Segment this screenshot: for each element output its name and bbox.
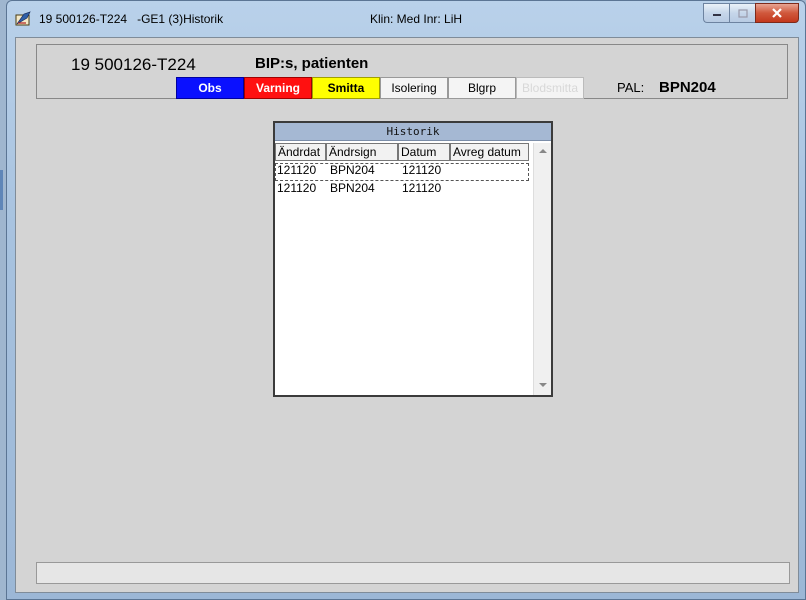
patient-name: BIP:s, patienten <box>255 55 369 72</box>
maximize-button[interactable] <box>729 3 755 23</box>
vertical-scrollbar[interactable] <box>533 143 551 395</box>
title-bar[interactable]: 19 500126-T224 -GE1 (3)Historik Klin: Me… <box>7 1 805 37</box>
status-bar <box>36 562 790 584</box>
maximize-icon <box>737 8 748 18</box>
table-row[interactable]: 121120 BPN204 121120 <box>275 163 529 181</box>
main-window: 19 500126-T224 -GE1 (3)Historik Klin: Me… <box>6 0 806 600</box>
caption-buttons <box>703 3 799 23</box>
close-button[interactable] <box>755 3 799 23</box>
historik-title: Historik <box>275 123 551 141</box>
isolering-button[interactable]: Isolering <box>380 77 448 99</box>
blodsmitta-button: Blodsmitta <box>516 77 584 99</box>
historik-columns: Ändrdat Ändrsign Datum Avreg datum <box>275 143 529 161</box>
minimize-icon <box>712 14 721 16</box>
cell-datum: 121120 <box>402 163 442 177</box>
col-datum[interactable]: Datum <box>398 143 450 161</box>
client-area: 19 500126-T224 BIP:s, patienten Obs Varn… <box>15 37 799 593</box>
col-avreg-datum[interactable]: Avreg datum <box>450 143 529 161</box>
col-andrdat[interactable]: Ändrdat <box>275 143 326 161</box>
cell-datum: 121120 <box>402 181 442 195</box>
obs-button[interactable]: Obs <box>176 77 244 99</box>
cell-andrsign: BPN204 <box>330 181 375 195</box>
patient-id: 19 500126-T224 <box>71 55 196 74</box>
scroll-down-icon[interactable] <box>539 383 547 387</box>
cell-andrsign: BPN204 <box>330 163 375 177</box>
pal-label: PAL: <box>617 80 645 95</box>
scroll-up-icon[interactable] <box>539 149 547 153</box>
flag-buttons: Obs Varning Smitta Isolering Blgrp Blods… <box>176 77 584 99</box>
smitta-button[interactable]: Smitta <box>312 77 380 99</box>
varning-button[interactable]: Varning <box>244 77 312 99</box>
patient-header: 19 500126-T224 BIP:s, patienten Obs Varn… <box>36 44 788 99</box>
cell-andrdat: 121120 <box>277 181 317 195</box>
clinic-info: Klin: Med Inr: LiH <box>370 12 463 26</box>
historik-rows: 121120 BPN204 121120 121120 BPN204 12112… <box>275 163 529 199</box>
minimize-button[interactable] <box>703 3 729 23</box>
desktop-edge <box>0 170 3 210</box>
table-row[interactable]: 121120 BPN204 121120 <box>275 181 529 199</box>
blgrp-button[interactable]: Blgrp <box>448 77 516 99</box>
close-icon <box>772 8 782 18</box>
pal-value: BPN204 <box>659 79 716 96</box>
col-andrsign[interactable]: Ändrsign <box>326 143 398 161</box>
cell-andrdat: 121120 <box>277 163 317 177</box>
window-title: 19 500126-T224 -GE1 (3)Historik <box>39 12 224 26</box>
historik-window: Historik Ändrdat Ändrsign Datum Avreg da… <box>273 121 553 397</box>
app-icon <box>15 11 32 27</box>
